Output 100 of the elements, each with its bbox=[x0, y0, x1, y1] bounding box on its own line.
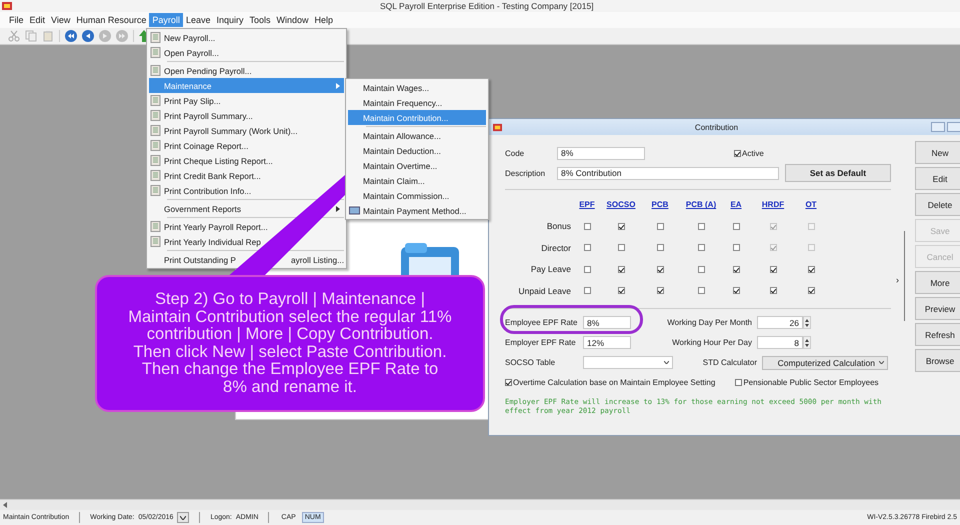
menu-item[interactable]: Maintain Overtime... bbox=[348, 158, 486, 173]
checkbox[interactable] bbox=[618, 266, 624, 273]
employer-epf-field[interactable]: 12% bbox=[583, 336, 631, 349]
checkbox[interactable] bbox=[732, 222, 740, 230]
checkbox[interactable] bbox=[732, 266, 740, 273]
submenu-arrow-icon bbox=[336, 82, 340, 88]
action-button[interactable]: Preview bbox=[915, 297, 960, 320]
menu-item[interactable]: Window bbox=[274, 13, 312, 27]
checkbox[interactable] bbox=[618, 287, 624, 294]
cut-icon[interactable] bbox=[8, 30, 20, 42]
menu-item[interactable]: Print Yearly Payroll Report... bbox=[149, 219, 344, 234]
menu-item[interactable]: Tools bbox=[246, 13, 274, 27]
working-day-field[interactable]: 26 bbox=[757, 316, 803, 329]
action-button[interactable]: Edit bbox=[915, 167, 960, 190]
checkbox[interactable] bbox=[584, 287, 590, 294]
action-button[interactable]: Browse bbox=[915, 349, 960, 372]
checkbox[interactable] bbox=[698, 287, 704, 294]
code-field[interactable]: 8% bbox=[557, 146, 645, 160]
horizontal-scrollbar[interactable] bbox=[0, 499, 960, 510]
employee-epf-field[interactable]: 8% bbox=[583, 316, 631, 329]
menu-item[interactable]: Open Pending Payroll... bbox=[149, 63, 344, 78]
checkbox[interactable] bbox=[732, 244, 740, 252]
menu-item[interactable]: Leave bbox=[182, 13, 214, 27]
row-label: Director bbox=[540, 242, 572, 253]
checkbox[interactable] bbox=[770, 266, 776, 273]
checkbox[interactable] bbox=[656, 244, 664, 252]
menu-item[interactable]: New Payroll... bbox=[149, 30, 344, 45]
menu-item[interactable]: Maintain Payment Method... bbox=[348, 203, 486, 218]
document-icon bbox=[150, 236, 161, 247]
previous-record-icon[interactable] bbox=[82, 30, 94, 42]
checkbox[interactable] bbox=[618, 222, 624, 230]
menu-item[interactable]: Print Coinage Report... bbox=[149, 138, 344, 153]
menu-item[interactable]: Maintain Wages... bbox=[348, 80, 486, 95]
window-title: SQL Payroll Enterprise Edition - Testing Company [2015] bbox=[380, 1, 594, 11]
action-button[interactable]: Refresh bbox=[915, 323, 960, 346]
action-button[interactable]: New bbox=[915, 141, 960, 164]
checkbox[interactable] bbox=[656, 222, 664, 230]
column-link[interactable]: SOCSO bbox=[599, 200, 643, 210]
menu-item[interactable]: Maintain Allowance... bbox=[348, 128, 486, 143]
minimize-button[interactable] bbox=[931, 122, 945, 132]
checkbox[interactable] bbox=[698, 244, 704, 252]
first-record-icon[interactable] bbox=[65, 30, 77, 42]
spin-button[interactable] bbox=[803, 316, 811, 329]
column-link[interactable]: PCB (A) bbox=[677, 200, 725, 210]
menu-item[interactable]: Maintain Commission... bbox=[348, 188, 486, 203]
menu-item[interactable]: Print Cheque Listing Report... bbox=[149, 153, 344, 168]
menu-item[interactable]: Maintain Frequency... bbox=[348, 95, 486, 110]
checkbox[interactable] bbox=[698, 266, 704, 273]
menu-item[interactable]: Inquiry bbox=[213, 13, 246, 27]
menu-item[interactable]: ayroll Listing... bbox=[290, 254, 344, 264]
menu-item[interactable]: Maintain Claim... bbox=[348, 173, 486, 188]
set-default-button[interactable]: Set as Default bbox=[785, 164, 891, 182]
checkbox[interactable] bbox=[656, 266, 664, 273]
up-arrow-icon[interactable] bbox=[139, 30, 149, 42]
menu-item[interactable]: Print Yearly Individual Rep bbox=[149, 234, 344, 249]
menu-item[interactable]: File bbox=[6, 13, 27, 27]
card-icon bbox=[349, 205, 360, 216]
menu-item[interactable]: Maintain Deduction... bbox=[348, 143, 486, 158]
column-link[interactable]: HRDF bbox=[747, 200, 799, 210]
menu-item[interactable]: Edit bbox=[26, 13, 48, 27]
document-icon bbox=[150, 65, 161, 76]
caret-icon bbox=[664, 361, 669, 364]
menu-item[interactable]: Print Pay Slip... bbox=[149, 93, 344, 108]
column-link[interactable]: OT bbox=[799, 200, 823, 210]
std-calculator-dropdown[interactable]: Computerized Calculation bbox=[762, 356, 888, 370]
checkbox[interactable] bbox=[732, 287, 740, 294]
working-hour-field[interactable]: 8 bbox=[757, 336, 803, 349]
maximize-button[interactable] bbox=[947, 122, 960, 132]
menu-item[interactable]: Government Reports bbox=[149, 201, 344, 216]
checkbox[interactable] bbox=[770, 287, 776, 294]
menu-item[interactable]: Print Outstanding P bbox=[164, 254, 236, 264]
menu-item[interactable]: Print Payroll Summary... bbox=[149, 108, 344, 123]
checkbox[interactable] bbox=[584, 222, 590, 230]
column-link[interactable]: PCB bbox=[643, 200, 677, 210]
menu-item[interactable]: Open Payroll... bbox=[149, 45, 344, 60]
checkbox[interactable] bbox=[618, 244, 624, 252]
checkbox[interactable] bbox=[584, 244, 590, 252]
menu-item[interactable]: View bbox=[48, 13, 74, 27]
checkbox[interactable] bbox=[808, 266, 814, 273]
splitter-handle[interactable]: › bbox=[896, 275, 899, 285]
column-link[interactable]: EA bbox=[725, 200, 747, 210]
checkbox[interactable] bbox=[656, 287, 664, 294]
menu-item[interactable]: Help bbox=[312, 13, 336, 27]
pensionable-checkbox[interactable]: Pensionable Public Sector Employees bbox=[735, 378, 879, 387]
menu-item[interactable]: Human Resource bbox=[73, 13, 150, 27]
checkbox[interactable] bbox=[698, 222, 704, 230]
column-link[interactable]: EPF bbox=[575, 200, 599, 210]
checkbox[interactable] bbox=[584, 266, 590, 273]
document-icon bbox=[150, 110, 161, 121]
checkbox[interactable] bbox=[808, 287, 814, 294]
menu-item[interactable]: Print Payroll Summary (Work Unit)... bbox=[149, 123, 344, 138]
active-checkbox[interactable]: Active bbox=[734, 148, 764, 158]
spin-button[interactable] bbox=[803, 336, 811, 349]
date-dropdown-button[interactable] bbox=[177, 512, 190, 523]
description-field[interactable]: 8% Contribution bbox=[557, 166, 779, 180]
document-icon bbox=[150, 125, 161, 136]
action-button[interactable]: More bbox=[915, 271, 960, 294]
action-button[interactable]: Delete bbox=[915, 193, 960, 216]
document-icon bbox=[150, 185, 161, 196]
overtime-checkbox[interactable]: Overtime Calculation base on Maintain Employee Setting bbox=[505, 378, 716, 387]
